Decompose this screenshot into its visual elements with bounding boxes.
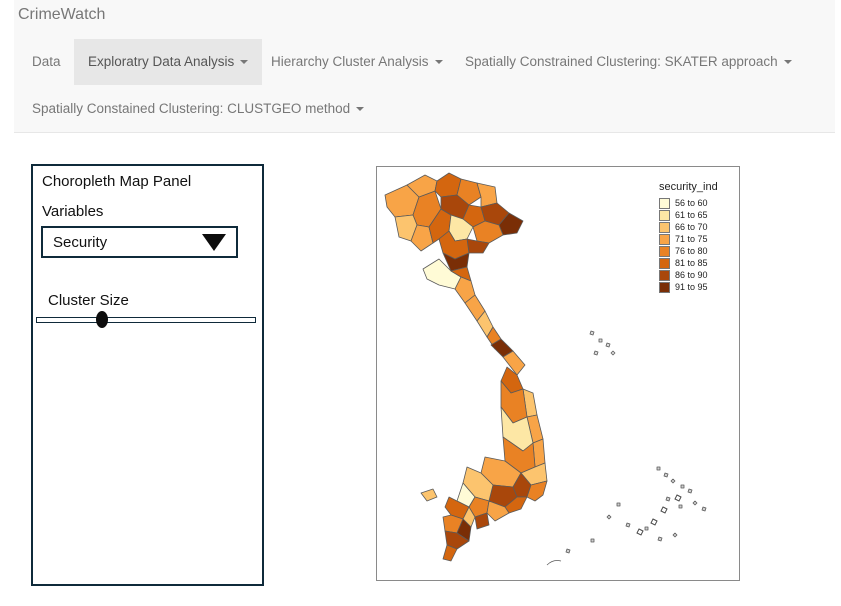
legend-label: 76 to 80 (675, 246, 708, 256)
panel-title: Choropleth Map Panel (42, 173, 192, 190)
caret-down-icon (240, 60, 249, 65)
legend-item: 71 to 75 (659, 233, 718, 245)
nav-clustgeo-label: Spatially Constained Clustering: CLUSTGE… (32, 101, 351, 116)
legend-swatch (659, 269, 670, 281)
nav-clustgeo[interactable]: Spatially Constained Clustering: CLUSTGE… (18, 86, 378, 132)
map-island (546, 560, 562, 566)
map-legend: security_ind 56 to 60 61 to 65 66 to 70 71 … (659, 181, 718, 293)
legend-rows: 56 to 60 61 to 65 66 to 70 71 to 75 76 to 80… (659, 197, 718, 293)
variables-label: Variables (42, 203, 104, 220)
legend-label: 71 to 75 (675, 234, 708, 244)
legend-label: 86 to 90 (675, 270, 708, 280)
legend-item: 86 to 90 (659, 269, 718, 281)
caret-down-icon (434, 60, 443, 65)
map-coastal-islet (674, 494, 682, 502)
map-coastal-islet (660, 506, 668, 514)
legend-label: 81 to 85 (675, 258, 708, 268)
navbar: CrimeWatch Data Exploratry Data Analysis… (14, 0, 835, 133)
legend-item: 61 to 65 (659, 209, 718, 221)
cluster-size-slider-handle[interactable] (96, 311, 108, 328)
legend-swatch (659, 257, 670, 269)
legend-label: 61 to 65 (675, 210, 708, 220)
cluster-size-slider-track[interactable] (36, 317, 256, 323)
legend-item: 76 to 80 (659, 245, 718, 257)
map-coastal-islet (650, 518, 658, 526)
nav-hierarchy-cluster-analysis[interactable]: Hierarchy Cluster Analysis (257, 39, 457, 85)
caret-down-icon (356, 107, 365, 112)
app-title[interactable]: CrimeWatch (18, 6, 105, 24)
legend-item: 81 to 85 (659, 257, 718, 269)
nav-data-label: Data (32, 54, 61, 69)
legend-label: 56 to 60 (675, 198, 708, 208)
nav-data[interactable]: Data (18, 39, 75, 85)
map-island (589, 330, 616, 356)
map-province (420, 488, 438, 502)
cluster-size-label: Cluster Size (48, 292, 129, 309)
nav-skater[interactable]: Spatially Constrained Clustering: SKATER… (451, 39, 806, 85)
caret-down-icon (783, 60, 792, 65)
choropleth-map: security_ind 56 to 60 61 to 65 66 to 70 71 … (376, 166, 740, 581)
legend-swatch (659, 221, 670, 233)
map-coastal-islet (636, 528, 644, 536)
map-island (565, 466, 707, 554)
nav-skater-label: Spatially Constrained Clustering: SKATER… (465, 54, 778, 69)
legend-item: 66 to 70 (659, 221, 718, 233)
nav-hca-label: Hierarchy Cluster Analysis (271, 54, 429, 69)
legend-label: 66 to 70 (675, 222, 708, 232)
nav-exploratory-data-analysis[interactable]: Exploratry Data Analysis (74, 39, 263, 85)
variables-select-value: Security (53, 234, 108, 251)
legend-swatch (659, 209, 670, 221)
dropdown-triangle-icon (202, 234, 226, 251)
variables-select[interactable]: Security (41, 226, 238, 258)
legend-swatch (659, 245, 670, 257)
legend-title: security_ind (659, 181, 718, 193)
legend-item: 91 to 95 (659, 281, 718, 293)
legend-swatch (659, 281, 670, 293)
legend-swatch (659, 197, 670, 209)
legend-swatch (659, 233, 670, 245)
nav-eda-label: Exploratry Data Analysis (88, 54, 235, 69)
legend-label: 91 to 95 (675, 282, 708, 292)
legend-item: 56 to 60 (659, 197, 718, 209)
choropleth-map-panel: Choropleth Map Panel Variables Security … (31, 164, 264, 586)
